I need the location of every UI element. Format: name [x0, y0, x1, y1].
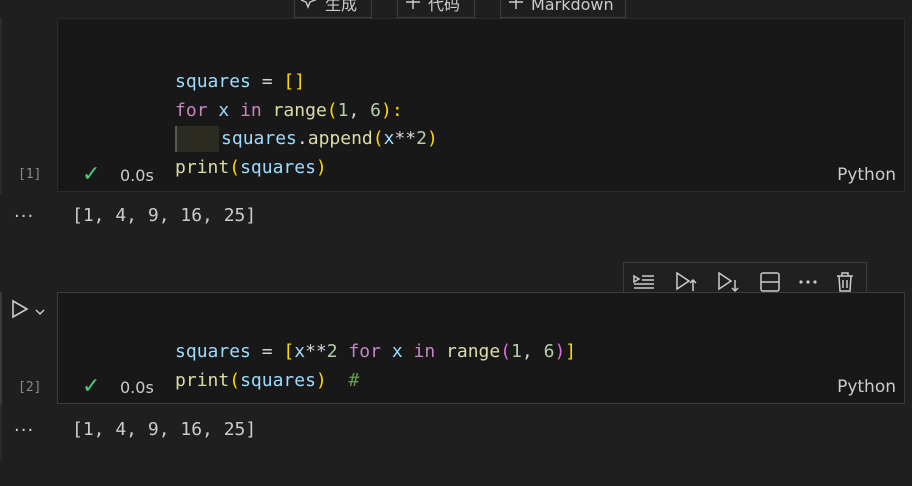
- code-token: in: [413, 341, 436, 362]
- cell-gutter-bar: [0, 18, 2, 194]
- code-token: ]: [565, 341, 577, 362]
- cell-gutter-bar: [0, 292, 2, 404]
- markdown-label: Markdown: [531, 0, 614, 14]
- split-cell-icon[interactable]: [758, 270, 782, 294]
- cell-gutter-bar: [0, 404, 2, 460]
- code-token: print: [175, 370, 230, 391]
- add-code-cell-button[interactable]: 代码: [397, 0, 475, 18]
- more-actions-icon[interactable]: [796, 270, 820, 294]
- code-editor[interactable]: squares = [] for x in range(1, 6): squar…: [58, 19, 904, 178]
- run-below-icon[interactable]: [716, 270, 740, 294]
- code-token: (: [372, 128, 384, 149]
- code-token: **: [394, 128, 417, 149]
- execute-above-and-below-icon[interactable]: [632, 270, 656, 294]
- code-line: squares.append(x**2): [110, 97, 438, 152]
- execution-count: [1]: [18, 167, 42, 182]
- code-line: print(squares): [110, 126, 327, 178]
- output-menu-button[interactable]: ···: [14, 206, 34, 227]
- code-token: 2: [416, 128, 427, 149]
- code-token: (: [229, 370, 241, 391]
- generate-label: 生成: [325, 0, 358, 14]
- code-token: print: [175, 157, 230, 178]
- code-token: x: [391, 341, 403, 362]
- execution-time: 0.0s: [120, 378, 154, 397]
- code-line: squares = [x**2 for x in range(1, 6)]: [110, 310, 576, 362]
- code-token: ,: [521, 341, 544, 362]
- code-cell-2[interactable]: squares = [x**2 for x in range(1, 6)] pr…: [57, 292, 905, 404]
- chevron-down-icon[interactable]: [34, 302, 46, 321]
- code-line: squares = []: [110, 40, 305, 92]
- output-menu-button[interactable]: ···: [14, 420, 34, 441]
- delete-cell-icon[interactable]: [833, 270, 857, 294]
- code-token: #: [348, 370, 360, 391]
- language-label[interactable]: Python: [837, 377, 896, 397]
- code-token: squares: [240, 370, 316, 391]
- code-token: ): [554, 341, 566, 362]
- code-token: ): [315, 370, 327, 391]
- code-line: print(squares) #: [110, 339, 359, 391]
- code-editor[interactable]: squares = [x**2 for x in range(1, 6)] pr…: [58, 293, 904, 391]
- execution-time: 0.0s: [120, 166, 154, 185]
- generate-button[interactable]: 生成: [294, 0, 372, 18]
- play-icon: [10, 298, 30, 324]
- add-markdown-cell-button[interactable]: Markdown: [500, 0, 626, 18]
- cell-output: [1, 4, 9, 16, 25]: [72, 419, 257, 440]
- language-label[interactable]: Python: [837, 165, 896, 185]
- run-above-icon[interactable]: [674, 270, 698, 294]
- code-token: (: [229, 157, 241, 178]
- code-token: ): [426, 128, 438, 149]
- code-token: range: [446, 341, 501, 362]
- code-token: ): [315, 157, 327, 178]
- run-cell-button[interactable]: [8, 294, 48, 324]
- code-token: 6: [543, 341, 555, 362]
- success-check-icon: ✓: [82, 162, 101, 187]
- insert-cell-toolbar: 生成 代码 Markdown: [0, 0, 912, 18]
- code-label: 代码: [428, 0, 461, 14]
- cell-output: [1, 4, 9, 16, 25]: [72, 205, 257, 226]
- code-token: squares: [240, 157, 316, 178]
- success-check-icon: ✓: [82, 374, 101, 399]
- code-cell-1[interactable]: squares = [] for x in range(1, 6): squar…: [57, 18, 905, 192]
- code-token: x: [383, 128, 395, 149]
- code-token: (: [500, 341, 512, 362]
- execution-count: [2]: [18, 380, 42, 395]
- code-line: for x in range(1, 6):: [110, 69, 403, 121]
- code-token: 1: [511, 341, 522, 362]
